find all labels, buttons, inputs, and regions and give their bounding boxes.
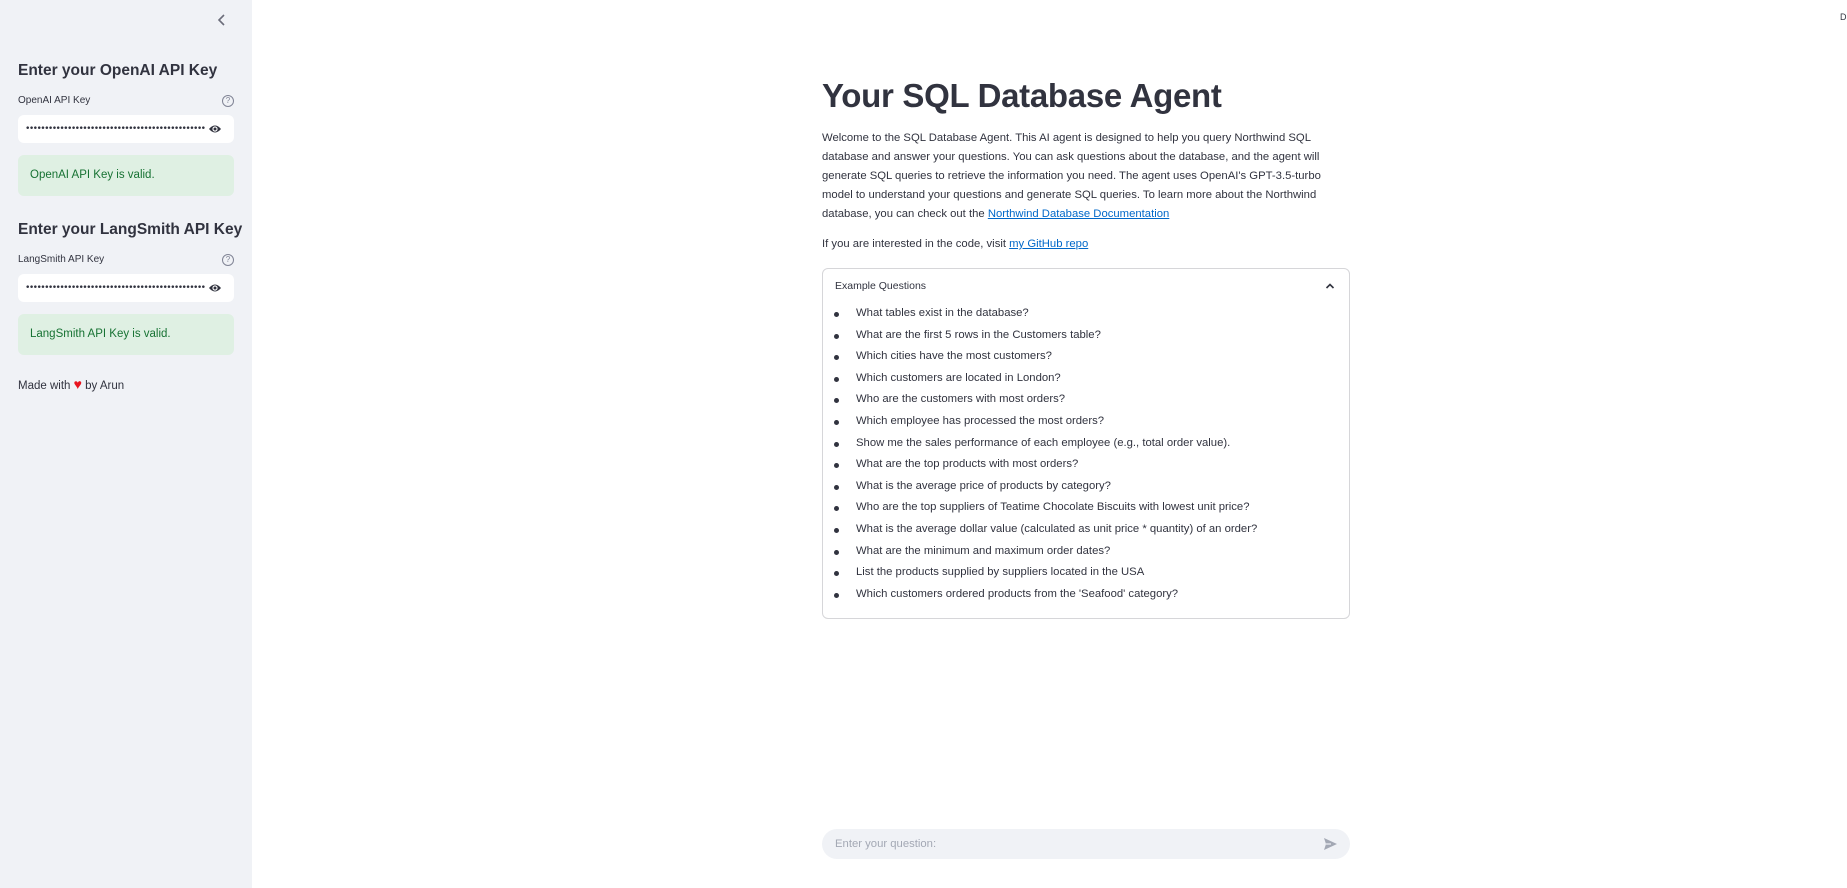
langsmith-key-label: LangSmith API Key (18, 254, 105, 265)
langsmith-heading: Enter your LangSmith API Key (18, 221, 243, 238)
github-repo-link[interactable]: my GitHub repo (1009, 238, 1088, 250)
help-icon[interactable]: ? (222, 95, 234, 107)
intro-paragraph: Welcome to the SQL Database Agent. This … (822, 129, 1350, 224)
langsmith-key-value[interactable]: ••••••••••••••••••••••••••••••••••••••••… (25, 283, 205, 293)
send-icon[interactable] (1323, 837, 1338, 851)
openai-heading: Enter your OpenAI API Key (18, 62, 218, 79)
sidebar: Enter your OpenAI API Key OpenAI API Key… (0, 0, 252, 888)
example-question-item: Which customers ordered products from th… (834, 584, 1349, 606)
corner-text: D (1840, 12, 1847, 22)
collapse-sidebar-button[interactable] (213, 10, 231, 30)
made-with-footer: Made with ♥ by Arun (18, 376, 124, 392)
example-question-item: Show me the sales performance of each em… (834, 433, 1349, 455)
github-paragraph: If you are interested in the code, visit… (822, 238, 1088, 250)
example-question-item: What are the minimum and maximum order d… (834, 541, 1349, 563)
intro-text: Welcome to the SQL Database Agent. This … (822, 132, 1321, 220)
example-question-item: Which cities have the most customers? (834, 346, 1349, 368)
langsmith-success-alert: LangSmith API Key is valid. (18, 314, 234, 355)
example-questions-expander: Example Questions What tables exist in t… (822, 268, 1350, 619)
chat-input-container (822, 829, 1350, 859)
expander-title: Example Questions (835, 280, 927, 292)
example-question-item: Which employee has processed the most or… (834, 411, 1349, 433)
openai-success-alert: OpenAI API Key is valid. (18, 155, 234, 196)
example-question-item: What tables exist in the database? (834, 303, 1349, 325)
eye-icon[interactable] (208, 282, 222, 294)
langsmith-key-input[interactable]: ••••••••••••••••••••••••••••••••••••••••… (18, 274, 234, 302)
openai-key-value[interactable]: ••••••••••••••••••••••••••••••••••••••••… (25, 124, 205, 134)
example-question-item: Which customers are located in London? (834, 368, 1349, 390)
expander-header[interactable]: Example Questions (823, 269, 1349, 303)
help-icon[interactable]: ? (222, 254, 234, 266)
example-question-item: What are the first 5 rows in the Custome… (834, 325, 1349, 347)
chevron-up-icon[interactable] (1325, 281, 1335, 291)
example-question-item: What are the top products with most orde… (834, 454, 1349, 476)
chevron-left-icon (217, 14, 225, 26)
example-questions-list: What tables exist in the database? What a… (823, 303, 1349, 605)
example-question-item: Who are the top suppliers of Teatime Cho… (834, 497, 1349, 519)
made-with-prefix: Made with (18, 380, 71, 392)
github-prefix: If you are interested in the code, visit (822, 238, 1010, 250)
eye-icon[interactable] (208, 123, 222, 135)
example-question-item: What is the average dollar value (calcul… (834, 519, 1349, 541)
page-title: Your SQL Database Agent (822, 77, 1222, 114)
openai-key-label: OpenAI API Key (18, 95, 91, 106)
example-question-item: List the products supplied by suppliers … (834, 562, 1349, 584)
heart-icon: ♥ (73, 376, 82, 392)
example-question-item: Who are the customers with most orders? (834, 389, 1349, 411)
made-with-author: by Arun (85, 380, 125, 392)
question-input[interactable] (835, 838, 1305, 850)
northwind-docs-link[interactable]: Northwind Database Documentation (988, 208, 1169, 220)
example-question-item: What is the average price of products by… (834, 476, 1349, 498)
openai-key-input[interactable]: ••••••••••••••••••••••••••••••••••••••••… (18, 115, 234, 143)
